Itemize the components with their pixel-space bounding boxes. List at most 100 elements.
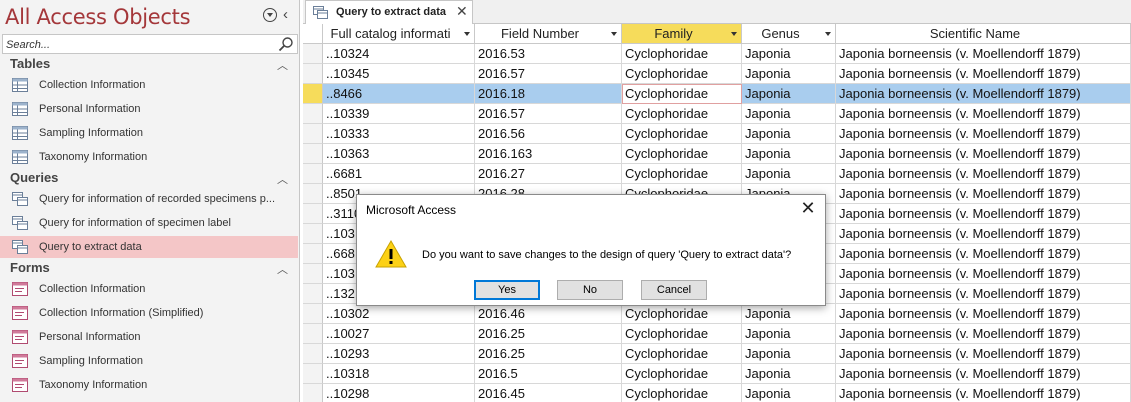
table-cell[interactable]: 2016.18 (475, 84, 622, 104)
row-selector[interactable] (303, 144, 323, 164)
table-cell[interactable]: Japonia (742, 384, 836, 402)
filter-dropdown-icon[interactable] (611, 32, 617, 36)
column-header-scientific-name[interactable]: Scientific Name (836, 24, 1131, 44)
search-input[interactable] (3, 36, 273, 54)
table-cell[interactable]: Japonia borneensis (v. Moellendorff 1879… (836, 324, 1131, 344)
table-cell[interactable]: Japonia (742, 144, 836, 164)
table-cell[interactable]: Cyclophoridae (622, 104, 742, 124)
table-cell[interactable]: Japonia borneensis (v. Moellendorff 1879… (836, 344, 1131, 364)
table-cell[interactable]: Japonia (742, 304, 836, 324)
table-cell[interactable]: Japonia borneensis (v. Moellendorff 1879… (836, 124, 1131, 144)
table-cell[interactable]: Japonia (742, 324, 836, 344)
row-selector[interactable] (303, 244, 323, 264)
table-cell[interactable]: Japonia (742, 44, 836, 64)
column-header-field-number[interactable]: Field Number (475, 24, 622, 44)
row-selector[interactable] (303, 124, 323, 144)
table-cell[interactable]: 2016.56 (475, 124, 622, 144)
close-tab-icon[interactable]: ✕ (456, 3, 468, 20)
table-cell[interactable]: Japonia borneensis (v. Moellendorff 1879… (836, 284, 1131, 304)
table-cell[interactable]: Cyclophoridae (622, 144, 742, 164)
nav-item-personal-information[interactable]: Personal Information (0, 326, 298, 348)
table-cell[interactable]: Japonia (742, 164, 836, 184)
column-header-full-catalog-informati[interactable]: Full catalog informati (323, 24, 475, 44)
table-row[interactable]: ..10333 2016.56 Cyclophoridae Japonia Japoni… (303, 124, 1131, 144)
table-cell[interactable]: Cyclophoridae (622, 344, 742, 364)
table-row[interactable]: ..10345 2016.57 Cyclophoridae Japonia Japoni… (303, 64, 1131, 84)
row-selector[interactable] (303, 104, 323, 124)
row-selector[interactable] (303, 164, 323, 184)
table-cell[interactable]: Japonia borneensis (v. Moellendorff 1879… (836, 144, 1131, 164)
chevron-up-icon[interactable]: ︿ (277, 261, 288, 277)
table-cell[interactable]: Japonia borneensis (v. Moellendorff 1879… (836, 244, 1131, 264)
nav-menu-dropdown-icon[interactable] (263, 8, 277, 22)
cancel-button[interactable]: Cancel (641, 280, 707, 300)
filter-dropdown-icon[interactable] (825, 32, 831, 36)
table-cell[interactable]: 2016.57 (475, 104, 622, 124)
table-cell[interactable]: ..10324 (323, 44, 475, 64)
table-cell[interactable]: Cyclophoridae (622, 384, 742, 402)
filter-dropdown-icon[interactable] (464, 32, 470, 36)
table-cell[interactable]: Japonia borneensis (v. Moellendorff 1879… (836, 224, 1131, 244)
nav-item-collection-information[interactable]: Collection Information (0, 74, 298, 96)
nav-item-query-for-information-of-specimen-label[interactable]: Query for information of specimen label (0, 212, 298, 234)
table-row[interactable]: ..6681 2016.27 Cyclophoridae Japonia Japonia… (303, 164, 1131, 184)
table-cell[interactable]: ..10298 (323, 384, 475, 402)
table-cell[interactable]: Cyclophoridae (622, 64, 742, 84)
nav-item-personal-information[interactable]: Personal Information (0, 98, 298, 120)
chevron-up-icon[interactable]: ︿ (277, 57, 288, 73)
row-selector[interactable] (303, 384, 323, 402)
table-cell[interactable]: Cyclophoridae (622, 84, 742, 104)
table-cell[interactable]: Japonia (742, 364, 836, 384)
table-row[interactable]: ..10318 2016.5 Cyclophoridae Japonia Japonia… (303, 364, 1131, 384)
table-cell[interactable]: 2016.5 (475, 364, 622, 384)
nav-item-query-to-extract-data[interactable]: Query to extract data (0, 236, 298, 258)
table-row[interactable]: ..10293 2016.25 Cyclophoridae Japonia Japoni… (303, 344, 1131, 364)
table-cell[interactable]: 2016.163 (475, 144, 622, 164)
nav-group-queries[interactable]: Queries ︿ (0, 168, 299, 188)
nav-item-collection-information[interactable]: Collection Information (0, 278, 298, 300)
table-cell[interactable]: Japonia borneensis (v. Moellendorff 1879… (836, 104, 1131, 124)
filter-dropdown-icon[interactable] (731, 32, 737, 36)
table-cell[interactable]: ..10339 (323, 104, 475, 124)
table-row[interactable]: ..8466 2016.18 Cyclophoridae Japonia Japonia… (303, 84, 1131, 104)
table-cell[interactable]: Japonia borneensis (v. Moellendorff 1879… (836, 64, 1131, 84)
column-header-family[interactable]: Family (622, 24, 742, 44)
table-row[interactable]: ..10027 2016.25 Cyclophoridae Japonia Japoni… (303, 324, 1131, 344)
search-icon[interactable] (278, 36, 294, 52)
no-button[interactable]: No (557, 280, 623, 300)
table-cell[interactable]: Japonia (742, 64, 836, 84)
table-cell[interactable]: Japonia borneensis (v. Moellendorff 1879… (836, 264, 1131, 284)
table-cell[interactable]: Japonia (742, 124, 836, 144)
table-cell[interactable]: 2016.45 (475, 384, 622, 402)
table-cell[interactable]: Japonia borneensis (v. Moellendorff 1879… (836, 304, 1131, 324)
row-selector[interactable] (303, 184, 323, 204)
table-cell[interactable]: Japonia (742, 344, 836, 364)
table-row[interactable]: ..10298 2016.45 Cyclophoridae Japonia Japoni… (303, 384, 1131, 402)
table-cell[interactable]: Japonia borneensis (v. Moellendorff 1879… (836, 364, 1131, 384)
table-cell[interactable]: Japonia borneensis (v. Moellendorff 1879… (836, 204, 1131, 224)
table-cell[interactable]: ..10333 (323, 124, 475, 144)
nav-item-sampling-information[interactable]: Sampling Information (0, 350, 298, 372)
table-cell[interactable]: Japonia (742, 84, 836, 104)
table-cell[interactable]: Japonia borneensis (v. Moellendorff 1879… (836, 164, 1131, 184)
table-cell[interactable]: 2016.46 (475, 304, 622, 324)
table-cell[interactable]: 2016.53 (475, 44, 622, 64)
select-all-corner[interactable] (303, 24, 323, 44)
row-selector[interactable] (303, 64, 323, 84)
table-cell[interactable]: Japonia borneensis (v. Moellendorff 1879… (836, 84, 1131, 104)
table-row[interactable]: ..10324 2016.53 Cyclophoridae Japonia Japoni… (303, 44, 1131, 64)
table-cell[interactable]: ..10345 (323, 64, 475, 84)
nav-item-taxonomy-information[interactable]: Taxonomy Information (0, 374, 298, 396)
row-selector[interactable] (303, 204, 323, 224)
table-row[interactable]: ..10339 2016.57 Cyclophoridae Japonia Japoni… (303, 104, 1131, 124)
table-cell[interactable]: Japonia (742, 104, 836, 124)
nav-item-taxonomy-information[interactable]: Taxonomy Information (0, 146, 298, 168)
column-header-genus[interactable]: Genus (742, 24, 836, 44)
table-cell[interactable]: 2016.25 (475, 324, 622, 344)
yes-button[interactable]: Yes (474, 280, 540, 300)
table-cell[interactable]: 2016.57 (475, 64, 622, 84)
table-cell[interactable]: ..10318 (323, 364, 475, 384)
table-cell[interactable]: Cyclophoridae (622, 44, 742, 64)
table-cell[interactable]: ..6681 (323, 164, 475, 184)
table-cell[interactable]: Japonia borneensis (v. Moellendorff 1879… (836, 44, 1131, 64)
